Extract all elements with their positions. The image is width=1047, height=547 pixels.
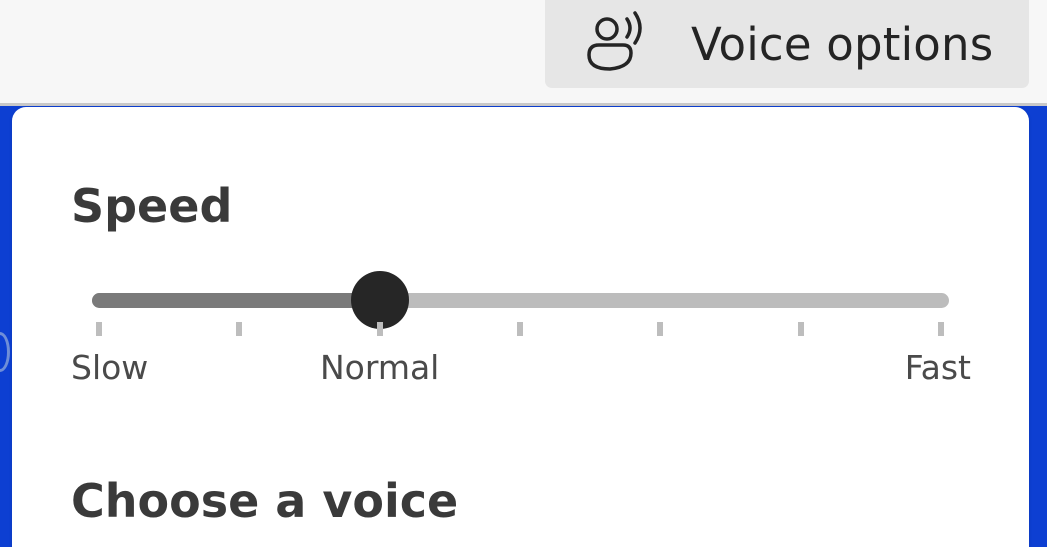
top-toolbar: Voice options [0, 0, 1047, 103]
slider-tick [517, 322, 523, 336]
voice-options-button[interactable]: Voice options [545, 0, 1029, 88]
person-speaking-icon [583, 9, 649, 79]
slider-fill [92, 293, 380, 308]
slider-tick [236, 322, 243, 336]
slider-thumb[interactable] [350, 271, 409, 329]
choose-voice-heading: Choose a voice [71, 474, 459, 528]
slider-tick [797, 322, 804, 336]
slider-label-fast: Fast [904, 348, 971, 387]
slider-label-normal: Normal [319, 348, 440, 387]
voice-options-label: Voice options [691, 17, 994, 71]
slider-tick [376, 322, 383, 336]
slider-tick [96, 322, 102, 336]
read-aloud-window: Voice options Speed Slow Normal Fast Choos… [0, 0, 1047, 547]
slider-track[interactable] [92, 293, 949, 308]
slider-tick [657, 322, 664, 336]
slider-tick [938, 322, 944, 336]
partial-glyph [0, 332, 10, 372]
voice-options-panel: Speed Slow Normal Fast Choose a voice [12, 107, 1029, 547]
speed-slider[interactable]: Slow Normal Fast [12, 107, 1029, 407]
slider-label-slow: Slow [71, 348, 149, 387]
